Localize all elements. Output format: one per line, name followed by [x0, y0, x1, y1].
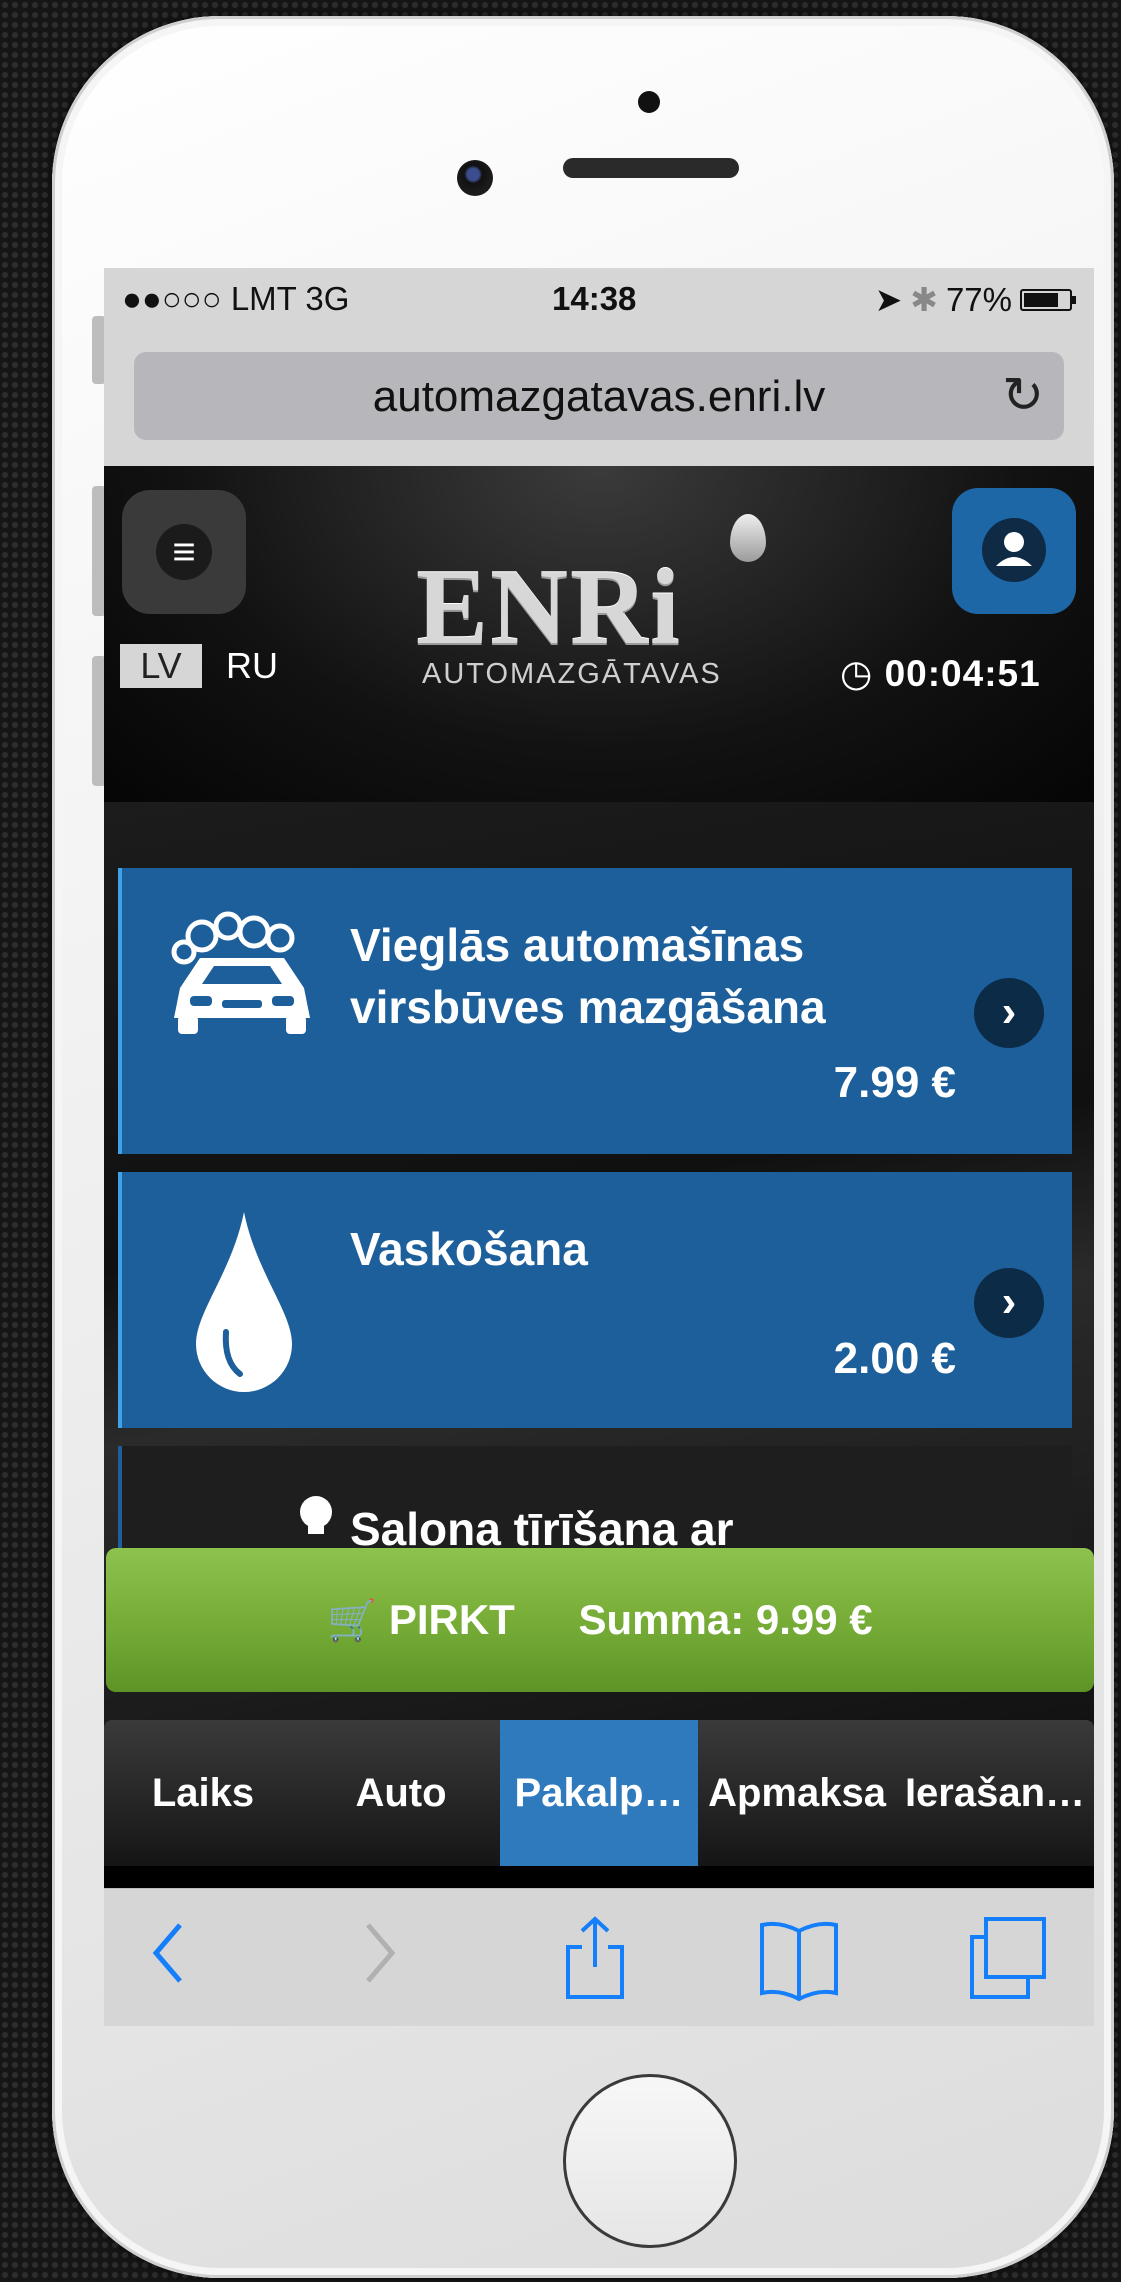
service-card-car-wash[interactable]: Vieglās automašīnas virsbūves mazgāšana … — [118, 868, 1072, 1154]
service-title: Vaskošana — [350, 1223, 588, 1275]
tab-auto[interactable]: Auto — [302, 1720, 500, 1866]
chevron-right-icon[interactable]: › — [974, 978, 1044, 1048]
chevron-right-icon[interactable]: › — [974, 1268, 1044, 1338]
address-bar[interactable]: automazgatavas.enri.lv ↻ — [134, 352, 1064, 440]
browser-bottom-toolbar — [104, 1888, 1094, 2026]
service-price: 7.99 € — [833, 1058, 956, 1107]
url-text[interactable]: automazgatavas.enri.lv — [134, 372, 1064, 422]
menu-button[interactable]: ≡ — [122, 490, 246, 614]
back-icon[interactable] — [144, 1913, 194, 1998]
service-price: 2.00 € — [833, 1334, 956, 1383]
site-header: ≡ ENRi AUTOMAZGĀTAVAS LV RU ◷ 00:04:51 — [104, 466, 1094, 802]
buy-bar-content: 🛒 PIRKT Summa: 9.99 € — [106, 1596, 1094, 1644]
language-lv-button[interactable]: LV — [120, 644, 202, 688]
step-tabs: Laiks Auto Pakalp… Apmaksa Ierašan… — [104, 1720, 1094, 1866]
shopping-cart-icon: 🛒 — [327, 1599, 378, 1643]
service-title: Vieglās automašīnas virsbūves mazgāšana — [350, 919, 826, 1033]
earpiece-speaker — [563, 158, 739, 178]
buy-bar[interactable]: 🛒 PIRKT Summa: 9.99 € — [106, 1548, 1094, 1692]
tab-pakalpojumi[interactable]: Pakalp… — [500, 1720, 698, 1866]
tab-laiks[interactable]: Laiks — [104, 1720, 302, 1866]
battery-icon — [1020, 288, 1076, 311]
home-button[interactable] — [563, 2074, 737, 2248]
language-ru-button[interactable]: RU — [226, 644, 278, 688]
bluetooth-icon: ✱ — [910, 281, 938, 318]
proximity-sensor — [638, 91, 660, 113]
battery-percent: 77% — [945, 280, 1012, 318]
clock: 14:38 — [552, 280, 637, 317]
timer-value: 00:04:51 — [884, 653, 1041, 694]
status-right-group: ➤ ✱ 77% — [874, 280, 1076, 319]
bulb-icon — [294, 1494, 338, 1543]
tab-ierasanas[interactable]: Ierašan… — [896, 1720, 1094, 1866]
hamburger-menu-icon: ≡ — [156, 524, 212, 580]
water-drop-icon — [196, 1212, 292, 1397]
site-logo[interactable]: ENRi — [416, 546, 682, 670]
phone-screen: ●●○○○ LMT 3G 14:38 ➤ ✱ 77% automazgatava… — [104, 268, 1094, 2026]
session-timer: ◷ 00:04:51 — [840, 652, 1041, 695]
clock-icon: ◷ — [840, 653, 874, 694]
reload-icon[interactable]: ↻ — [1002, 366, 1044, 424]
logo-drop-icon — [730, 514, 766, 562]
user-account-button[interactable] — [952, 488, 1076, 614]
share-icon[interactable] — [560, 1913, 630, 2008]
location-arrow-icon: ➤ — [874, 281, 903, 318]
user-icon — [982, 518, 1046, 582]
bookmarks-icon[interactable] — [756, 1913, 842, 2008]
status-bar: ●●○○○ LMT 3G 14:38 ➤ ✱ 77% — [104, 268, 1094, 332]
tab-apmaksa[interactable]: Apmaksa — [698, 1720, 896, 1866]
service-card-waxing[interactable]: Vaskošana 2.00 € › — [118, 1172, 1072, 1428]
buy-button-label[interactable]: PIRKT — [389, 1596, 515, 1643]
browser-toolbar: automazgatavas.enri.lv ↻ — [104, 332, 1094, 466]
logo-subtitle: AUTOMAZGĀTAVAS — [422, 658, 722, 690]
car-wash-icon — [162, 908, 322, 1053]
forward-icon[interactable] — [354, 1913, 404, 1998]
cart-summary: Summa: 9.99 € — [578, 1596, 873, 1643]
front-camera — [457, 160, 493, 196]
carrier-label: ●●○○○ LMT 3G — [122, 280, 350, 317]
tabs-icon[interactable] — [964, 1913, 1054, 2008]
